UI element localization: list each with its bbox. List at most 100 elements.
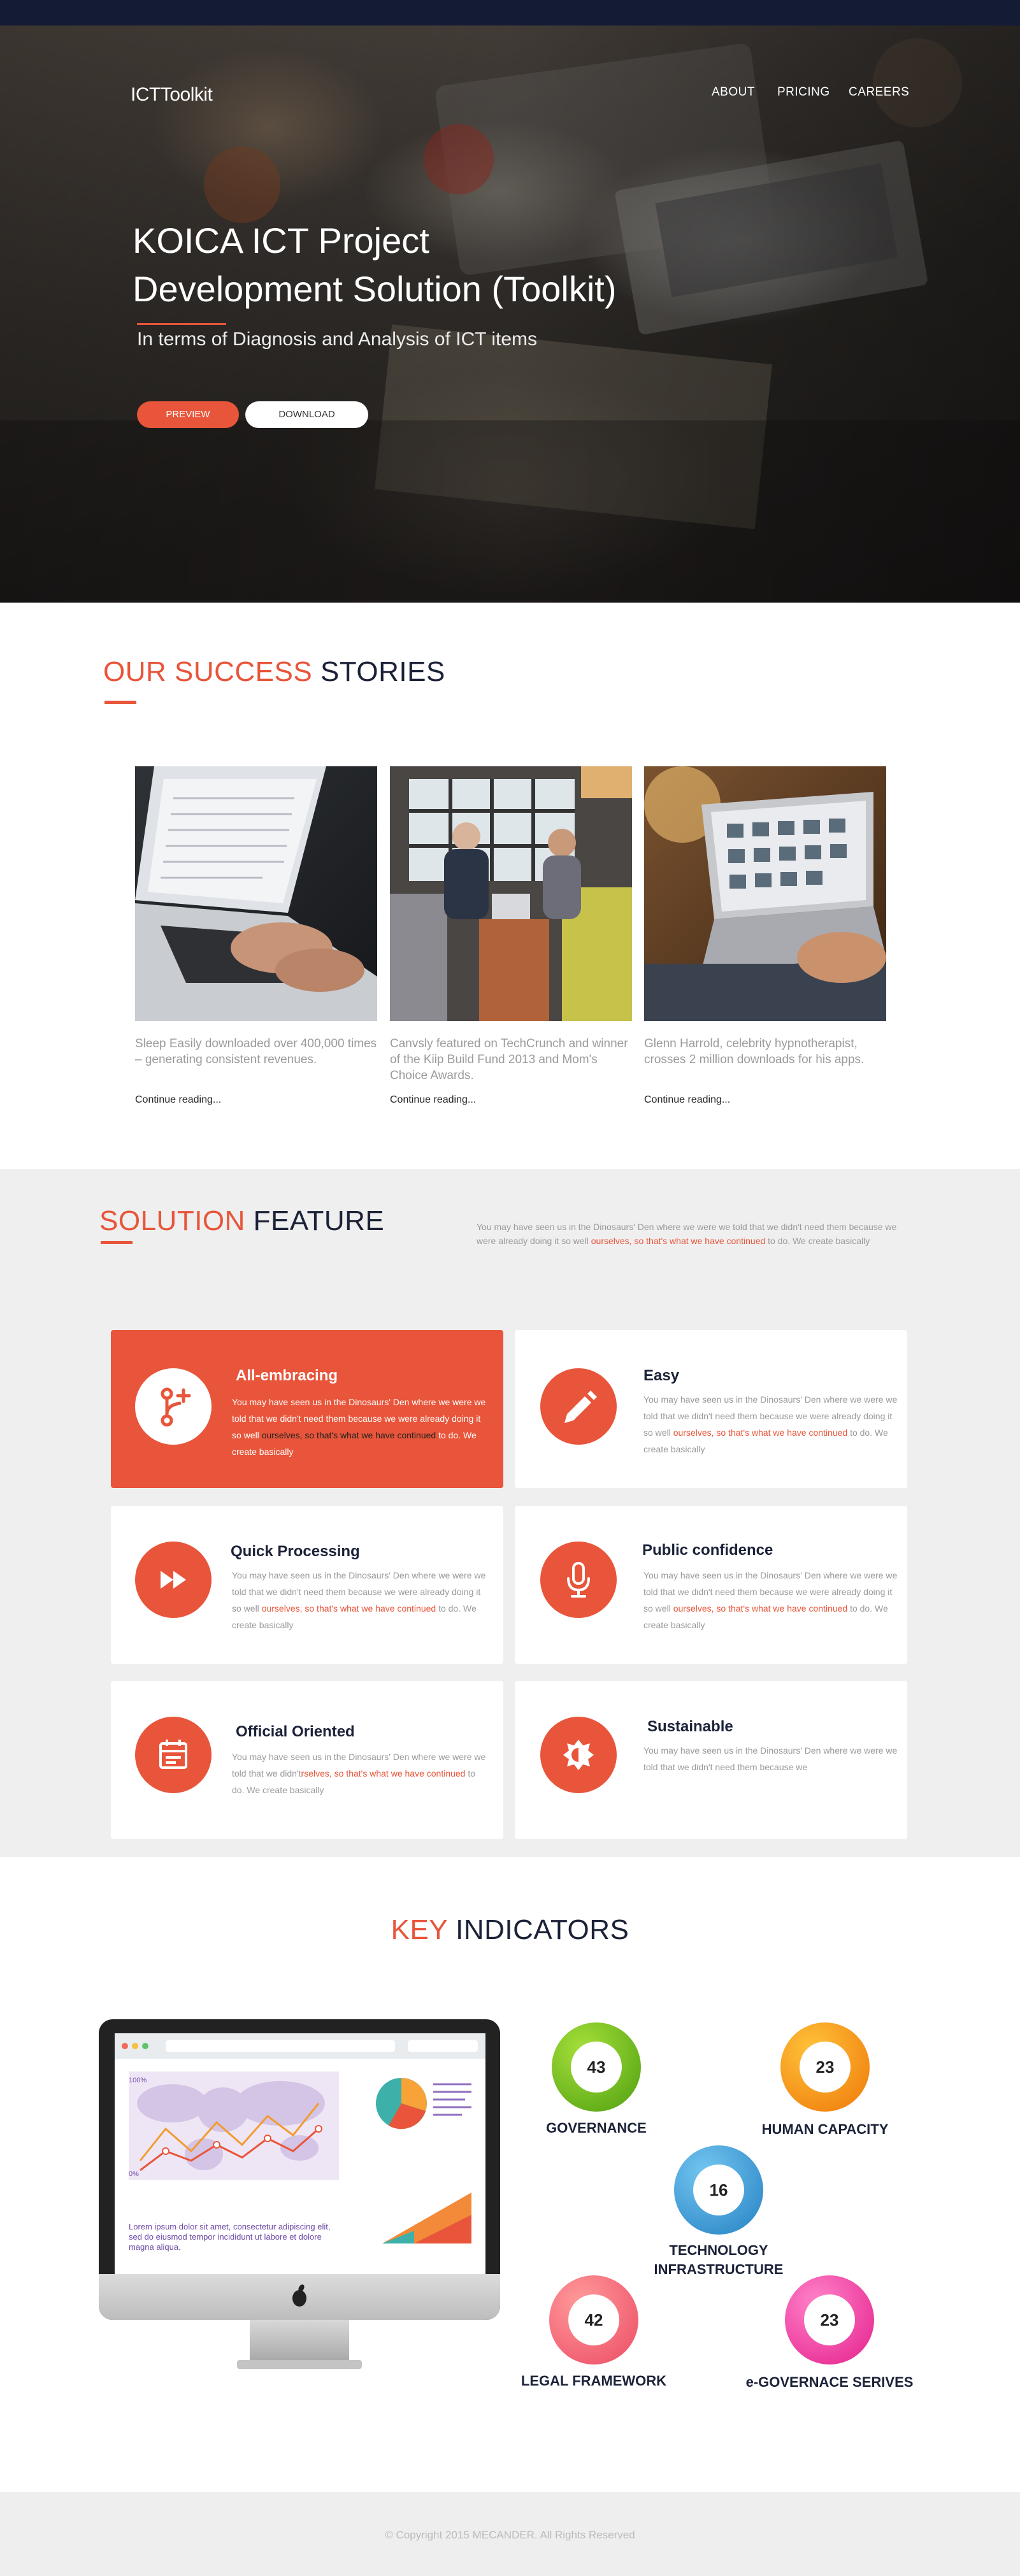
indicator-legal-framework: 42 [549,2275,638,2365]
features-description: You may have seen us in the Dinosaurs' D… [477,1220,897,1248]
indicator-governance: 43 [552,2022,641,2112]
feature-card-public-confidence[interactable]: Public confidence You may have seen us i… [515,1506,907,1664]
feature-icon-circle [135,1542,212,1618]
site-logo[interactable]: ICTToolkit [131,84,213,106]
features-heading: SOLUTION FEATURE [99,1205,384,1237]
indicator-label-legal-framework: LEGAL FRAMEWORK [521,2373,667,2389]
meeting-photo [390,766,632,1021]
features-desc-highlight: ourselves, so that's what we have contin… [591,1236,766,1246]
feature-card-sustainable[interactable]: Sustainable You may have seen us in the … [515,1681,907,1839]
features-heading-accent: SOLUTION [99,1205,245,1236]
feature-icon-circle [540,1717,617,1793]
indicator-label-human-capacity: HUMAN CAPACITY [761,2121,889,2137]
calendar-icon [159,1740,187,1769]
feature-icon-circle [135,1717,212,1793]
feature-icon-circle [540,1542,617,1618]
monitor-screen: Lorem ipsum dolor sit amet, consectetur … [115,2033,485,2283]
stories-heading-accent: OUR SUCCESS [103,656,313,687]
feature-body-highlight: rselves, so that's what we have continue… [301,1768,466,1778]
feature-body-highlight: ourselves, so that's what we have contin… [261,1430,436,1440]
feature-body-highlight: ourselves, so that's what we have contin… [673,1428,848,1438]
feature-title: Official Oriented [236,1723,355,1740]
indicator-label-governance: GOVERNANCE [546,2120,647,2136]
indicator-value: 23 [800,2042,851,2093]
story-link-2[interactable]: Continue reading... [390,1094,476,1106]
feature-body: You may have seen us in the Dinosaurs' D… [643,1391,898,1457]
feature-title: All-embracing [236,1367,338,1384]
indicator-e-governance: 23 [785,2275,874,2365]
feature-body: You may have seen us in the Dinosaurs' D… [232,1394,487,1460]
indicator-label-line-1: TECHNOLOGY [669,2242,768,2258]
nav-pricing[interactable]: PRICING [777,85,830,99]
hero-section [0,25,1020,603]
feature-body: You may have seen us in the Dinosaurs' D… [232,1567,487,1633]
hero-title-line-2: Development Solution (Toolkit) [133,269,617,309]
stories-heading-rule [104,701,136,704]
nav-careers[interactable]: CAREERS [849,85,909,99]
footer-copyright: © Copyright 2015 MECANDER. All Rights Re… [385,2529,635,2541]
feature-body-highlight: ourselves, so that's what we have contin… [673,1603,848,1614]
indicator-value: 43 [571,2042,622,2093]
hero-underline [137,323,226,325]
dashboard-axis-bottom: 0% [129,2170,139,2178]
feature-icon-circle [135,1368,212,1445]
story-text-1: Sleep Easily downloaded over 400,000 tim… [135,1037,377,1066]
indicator-value: 42 [568,2294,619,2345]
story-text-3: Glenn Harrold, celebrity hypnotherapist,… [644,1037,865,1066]
feature-title: Public confidence [642,1542,773,1559]
story-text-2: Canvsly featured on TechCrunch and winne… [390,1037,628,1082]
indicator-label-line-2: INFRASTRUCTURE [654,2261,784,2277]
feature-body: You may have seen us in the Dinosaurs' D… [643,1567,898,1633]
top-strip [0,0,1020,25]
hero-overlay [0,25,1020,603]
pencil-icon [564,1391,597,1423]
feature-title: Easy [643,1367,680,1384]
monitor-stand [250,2320,349,2362]
indicators-heading: KEY INDICATORS [0,1914,1020,1946]
feature-title: Sustainable [647,1718,733,1735]
story-link-3[interactable]: Continue reading... [644,1094,730,1106]
feature-body: You may have seen us in the Dinosaurs' D… [232,1749,487,1798]
hero-title: KOICA ICT Project Development Solution (… [133,217,706,313]
story-link-1[interactable]: Continue reading... [135,1094,221,1106]
features-heading-rest: FEATURE [253,1205,385,1236]
apple-logo-icon [292,2284,306,2307]
feature-card-official-oriented[interactable]: Official Oriented You may have seen us i… [111,1681,503,1839]
feature-body: You may have seen us in the Dinosaurs' D… [643,1742,898,1775]
monitor-chin [99,2274,500,2320]
feature-card-quick-processing[interactable]: Quick Processing You may have seen us in… [111,1506,503,1664]
laptop-photo-2 [644,766,886,1021]
download-button[interactable]: DOWNLOAD [245,401,368,428]
indicator-label-technology: TECHNOLOGY INFRASTRUCTURE [633,2241,805,2279]
hero-subtitle: In terms of Diagnosis and Analysis of IC… [137,329,538,350]
brightness-icon [563,1740,594,1770]
indicator-value: 23 [804,2294,855,2345]
hero-title-line-1: KOICA ICT Project [133,220,429,261]
feature-icon-circle [540,1368,617,1445]
stories-heading-rest: STORIES [320,656,445,687]
feature-card-easy[interactable]: Easy You may have seen us in the Dinosau… [515,1330,907,1488]
fast-forward-icon [161,1571,186,1589]
branch-plus-icon [161,1387,191,1427]
story-image-1[interactable] [135,766,377,1021]
features-heading-rule [101,1241,133,1244]
story-image-3[interactable] [644,766,886,1021]
story-image-2[interactable] [390,766,632,1021]
stories-heading: OUR SUCCESS STORIES [103,656,445,688]
dashboard-caption: Lorem ipsum dolor sit amet, consectetur … [129,2222,331,2252]
indicators-heading-rest: INDICATORS [456,1914,629,1945]
preview-button[interactable]: PREVIEW [137,401,239,428]
feature-card-all-embracing[interactable]: All-embracing You may have seen us in th… [111,1330,503,1488]
nav-about[interactable]: ABOUT [712,85,755,99]
dashboard-axis-top: 100% [129,2077,147,2084]
feature-title: Quick Processing [231,1543,360,1560]
feature-body-highlight: ourselves, so that's what we have contin… [261,1603,436,1614]
indicator-value: 16 [693,2165,744,2215]
indicators-heading-accent: KEY [391,1914,448,1945]
indicator-label-e-governance: e-GOVERNACE SERIVES [745,2374,914,2390]
laptop-photo-1 [135,766,377,1021]
monitor-base [237,2360,362,2369]
feature-body-text: You may have seen us in the Dinosaurs' D… [643,1745,898,1772]
features-desc-end: to do. We create basically [765,1236,870,1246]
microphone-icon [567,1562,590,1598]
